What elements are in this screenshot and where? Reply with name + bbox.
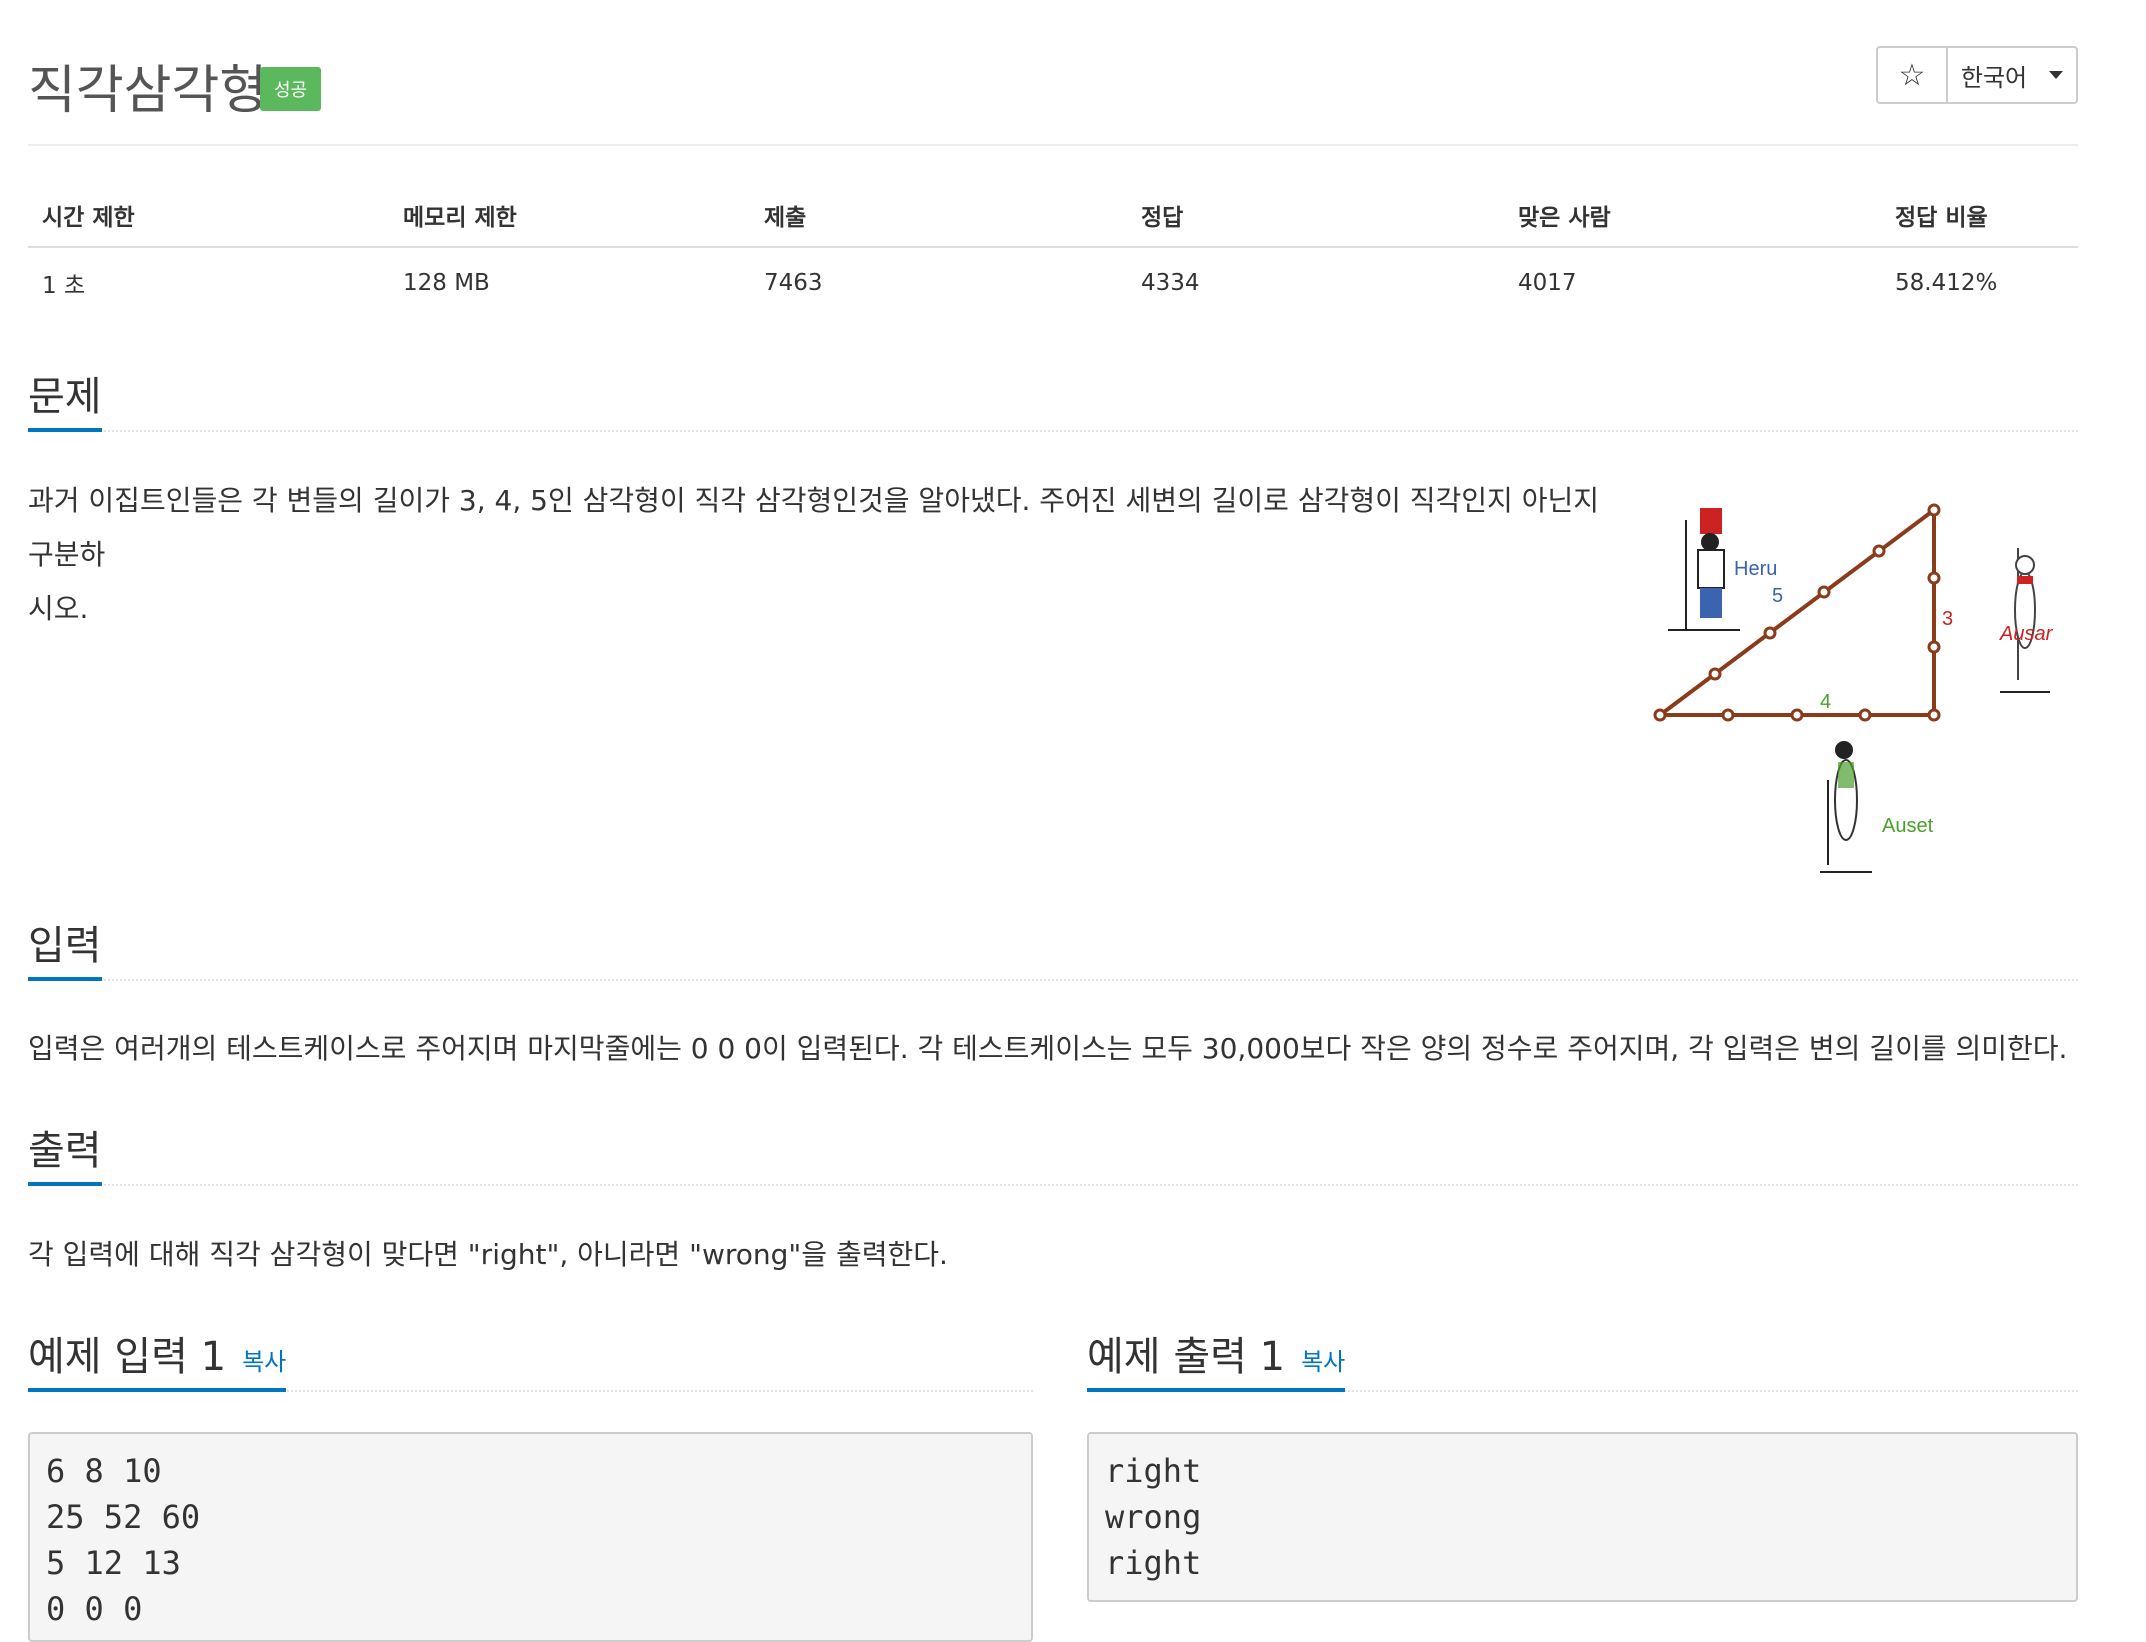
input-description: 입력은 여러개의 테스트케이스로 주어지며 마지막줄에는 0 0 0이 입력된다… xyxy=(28,1032,2068,1065)
input-heading: 입력 xyxy=(28,913,102,981)
table-cell: 7463 xyxy=(764,270,823,296)
status-badge: 성공 xyxy=(260,67,322,111)
table-cell: 1 초 xyxy=(42,273,86,299)
side-5-label: 5 xyxy=(1772,585,1783,607)
page-title: 직각삼각형 xyxy=(28,61,268,121)
sample-output-title: 예제 출력 1 xyxy=(1087,1334,1286,1380)
ausar-figure xyxy=(2000,548,2050,693)
side-4-label: 4 xyxy=(1820,691,1831,713)
sample-input-heading: 예제 입력 1 복사 xyxy=(28,1324,287,1392)
header-button-group: ☆ 한국어 xyxy=(1876,46,2078,104)
sample-input-line: 5 12 13 xyxy=(46,1544,181,1582)
problem-section-header: 문제 xyxy=(28,362,2078,432)
language-label: 한국어 xyxy=(1960,63,2028,92)
sample-output-heading: 예제 출력 1 복사 xyxy=(1087,1324,1346,1392)
problem-header: 직각삼각형 성공 ☆ 한국어 xyxy=(28,40,2078,146)
output-description: 각 입력에 대해 직각 삼각형이 맞다면 "right", 아니라면 "wron… xyxy=(28,1238,948,1271)
caret-down-icon xyxy=(2049,71,2064,79)
sample-output-section-header: 예제 출력 1 복사 xyxy=(1087,1322,2078,1392)
problem-heading: 문제 xyxy=(28,364,102,432)
side-3-label: 3 xyxy=(1942,608,1953,630)
output-section-header: 출력 xyxy=(28,1116,2078,1186)
column-header: 맞은 사람 xyxy=(1504,190,1881,248)
copy-sample-output-button[interactable]: 복사 xyxy=(1301,1348,1345,1376)
auset-figure xyxy=(1820,741,1872,873)
problem-page: 직각삼각형 성공 ☆ 한국어 시간 제한 메모리 제한 제출 정답 맞은 사람 … xyxy=(0,0,2146,1642)
problem-text-line: 시오. xyxy=(28,592,89,625)
problem-info-table: 시간 제한 메모리 제한 제출 정답 맞은 사람 정답 비율 1 초 128 M… xyxy=(28,190,2078,318)
column-header: 제출 xyxy=(750,190,1127,248)
right-triangle-figure: Heru 5 3 Ausar 4 Auset xyxy=(1653,503,2054,873)
heru-label: Heru xyxy=(1734,558,1777,580)
language-dropdown[interactable]: 한국어 xyxy=(1948,46,2078,104)
table-cell: 58.412% xyxy=(1895,270,1998,296)
column-header: 메모리 제한 xyxy=(389,190,750,248)
table-header-row: 시간 제한 메모리 제한 제출 정답 맞은 사람 정답 비율 xyxy=(28,190,2078,248)
column-header: 시간 제한 xyxy=(28,190,389,248)
problem-description: 과거 이집트인들은 각 변들의 길이가 3, 4, 5인 삼각형이 직각 삼각형… xyxy=(28,474,1628,636)
sample-input-section-header: 예제 입력 1 복사 xyxy=(28,1322,1033,1392)
sample-output-box[interactable]: right wrong right xyxy=(1087,1432,2078,1602)
sample-input-title: 예제 입력 1 xyxy=(28,1334,227,1380)
sample-input-line: 6 8 10 xyxy=(46,1452,162,1490)
sample-output-line: right xyxy=(1105,1452,1202,1490)
table-row: 1 초 128 MB 7463 4334 4017 58.412% xyxy=(28,247,2078,318)
output-heading: 출력 xyxy=(28,1118,102,1186)
heru-figure xyxy=(1668,508,1740,631)
sample-output-line: right xyxy=(1105,1544,1202,1582)
problem-text-line: 과거 이집트인들은 각 변들의 길이가 3, 4, 5인 삼각형이 직각 삼각형… xyxy=(28,484,1599,571)
copy-sample-input-button[interactable]: 복사 xyxy=(242,1348,286,1376)
table-cell: 4334 xyxy=(1141,270,1200,296)
ausar-label: Ausar xyxy=(1999,623,2054,645)
input-section-header: 입력 xyxy=(28,911,2078,981)
star-button[interactable]: ☆ xyxy=(1876,46,1948,104)
column-header: 정답 xyxy=(1127,190,1504,248)
star-icon: ☆ xyxy=(1898,57,1926,93)
table-cell: 128 MB xyxy=(403,270,490,296)
sample-input-line: 25 52 60 xyxy=(46,1498,201,1536)
sample-input-box[interactable]: 6 8 10 25 52 60 5 12 13 0 0 0 xyxy=(28,1432,1033,1642)
table-cell: 4017 xyxy=(1518,270,1577,296)
sample-input-line: 0 0 0 xyxy=(46,1590,143,1628)
sample-output-line: wrong xyxy=(1105,1498,1202,1536)
column-header: 정답 비율 xyxy=(1881,190,2078,248)
auset-label: Auset xyxy=(1882,815,1934,837)
